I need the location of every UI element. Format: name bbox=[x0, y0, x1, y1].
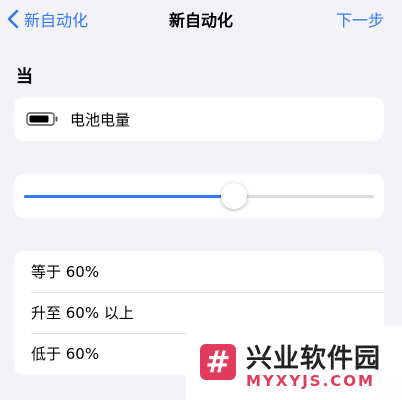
slider-thumb[interactable] bbox=[221, 183, 247, 209]
battery-icon bbox=[26, 112, 58, 126]
battery-slider-card bbox=[14, 174, 384, 218]
battery-level-row[interactable]: 电池电量 bbox=[14, 97, 384, 141]
section-title: 当 bbox=[16, 67, 33, 87]
watermark-logo: # bbox=[200, 344, 236, 380]
option-label: 升至 60% 以上 bbox=[31, 304, 134, 322]
option-label: 低于 60% bbox=[31, 345, 100, 363]
watermark-url: MYXYJS.COM bbox=[246, 372, 375, 390]
option-equal[interactable]: 等于 60% bbox=[14, 251, 384, 292]
slider-fill bbox=[24, 195, 234, 198]
slider-track[interactable] bbox=[24, 183, 374, 209]
option-label: 等于 60% bbox=[31, 263, 100, 281]
navigation-bar: 新自动化 新自动化 下一步 bbox=[0, 0, 402, 40]
watermark: # 兴业软件园 MYXYJS.COM bbox=[186, 326, 402, 400]
next-button[interactable]: 下一步 bbox=[336, 7, 384, 31]
battery-label: 电池电量 bbox=[70, 110, 131, 129]
watermark-title: 兴业软件园 bbox=[246, 344, 382, 374]
